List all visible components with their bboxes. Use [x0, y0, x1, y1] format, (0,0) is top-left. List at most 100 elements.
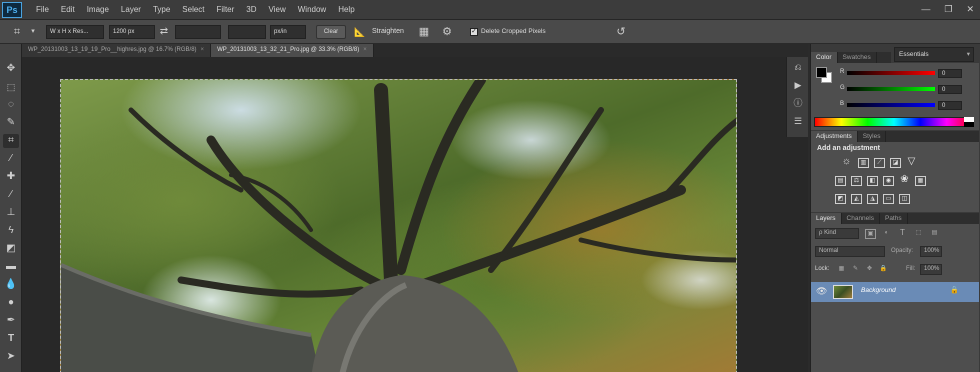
curves-icon[interactable]: ⟋	[874, 158, 885, 168]
menu-3d[interactable]: 3D	[240, 0, 262, 20]
delete-cropped-checkbox[interactable]: ✓	[470, 28, 478, 36]
channel-mixer-icon[interactable]: ❀	[899, 175, 910, 186]
eye-icon[interactable]: 👁	[816, 287, 827, 297]
clear-button[interactable]: Clear	[316, 25, 346, 39]
properties-icon[interactable]: ☰	[791, 115, 805, 127]
menu-image[interactable]: Image	[81, 0, 115, 20]
tab-paths[interactable]: Paths	[880, 213, 908, 224]
filter-type-icon[interactable]: T	[897, 229, 908, 239]
clone-stamp-icon[interactable]: ⊥	[3, 206, 19, 220]
lock-transparent-icon[interactable]: ▦	[836, 265, 847, 275]
layer-row-background[interactable]: 👁 Background 🔒	[811, 282, 979, 302]
chevron-down-icon[interactable]: ▾	[26, 25, 40, 39]
document-image[interactable]	[60, 79, 737, 372]
overlay-grid-icon[interactable]: ▦	[417, 25, 431, 39]
color-spectrum[interactable]	[814, 117, 974, 127]
straighten-icon[interactable]: 📐	[353, 25, 367, 39]
marquee-icon[interactable]: ⬚	[3, 80, 19, 94]
hue-saturation-icon[interactable]: ▤	[835, 176, 846, 186]
workspace-select[interactable]: Essentials	[894, 47, 974, 62]
channel-r-value[interactable]: 0	[938, 69, 962, 78]
layer-filter-kind[interactable]: ρ Kind	[815, 228, 859, 239]
lock-image-icon[interactable]: ✎	[850, 265, 861, 275]
blur-icon[interactable]: 💧	[3, 278, 19, 292]
eyedropper-icon[interactable]: ⁄	[3, 152, 19, 166]
ratio-select[interactable]: W x H x Res...	[46, 25, 104, 39]
close-icon[interactable]: ×	[201, 47, 205, 53]
swap-icon[interactable]: ⇄	[157, 25, 171, 39]
menu-window[interactable]: Window	[292, 0, 332, 20]
foreground-color-swatch[interactable]	[816, 67, 827, 78]
tab-styles[interactable]: Styles	[858, 131, 887, 142]
blend-mode-select[interactable]: Normal	[815, 246, 885, 257]
width-input[interactable]: 1200 px	[109, 25, 155, 39]
channel-b-value[interactable]: 0	[938, 101, 962, 110]
menu-edit[interactable]: Edit	[55, 0, 81, 20]
channel-r-slider[interactable]	[847, 71, 935, 75]
tab-color[interactable]: Color	[811, 52, 838, 63]
pen-icon[interactable]: ✒	[3, 314, 19, 328]
tab-channels[interactable]: Channels	[842, 213, 880, 224]
vibrance-icon[interactable]: ▽	[906, 157, 917, 168]
exposure-icon[interactable]: ◪	[890, 158, 901, 168]
menu-select[interactable]: Select	[176, 0, 210, 20]
layer-name[interactable]: Background	[861, 287, 896, 294]
posterize-icon[interactable]: ◭	[851, 194, 862, 204]
move-icon[interactable]: ✥	[3, 62, 19, 76]
filter-adjustment-icon[interactable]: ◐	[881, 229, 892, 239]
channel-g-slider[interactable]	[847, 87, 935, 91]
levels-icon[interactable]: ▥	[858, 158, 869, 168]
tab-document-1[interactable]: WP_20131003_13_19_19_Pro__highres.jpg @ …	[22, 44, 212, 57]
filter-pixel-icon[interactable]: ▣	[865, 229, 876, 239]
lock-all-icon[interactable]: 🔒	[878, 265, 889, 275]
menu-view[interactable]: View	[263, 0, 292, 20]
healing-brush-icon[interactable]: ✚	[3, 170, 19, 184]
tab-document-2[interactable]: WP_20131003_13_32_21_Pro.jpg @ 33.3% (RG…	[211, 44, 374, 57]
resolution-input[interactable]	[228, 25, 266, 39]
color-balance-icon[interactable]: ⚖	[851, 176, 862, 186]
crop-tool-preset-icon[interactable]: ⌗	[10, 25, 24, 39]
straighten-label[interactable]: Straighten	[372, 26, 404, 38]
filter-smart-object-icon[interactable]: ▤	[929, 229, 940, 239]
tab-adjustments[interactable]: Adjustments	[811, 131, 858, 142]
path-select-icon[interactable]: ➤	[3, 350, 19, 364]
selective-color-icon[interactable]: ◫	[899, 194, 910, 204]
channel-b-slider[interactable]	[847, 103, 935, 107]
invert-icon[interactable]: ◩	[835, 194, 846, 204]
menu-help[interactable]: Help	[332, 0, 360, 20]
canvas-area[interactable]	[22, 57, 808, 372]
filter-shape-icon[interactable]: ⬚	[913, 229, 924, 239]
menu-filter[interactable]: Filter	[211, 0, 241, 20]
crop-icon[interactable]: ⌗	[3, 134, 19, 148]
actions-play-icon[interactable]: ▶	[791, 79, 805, 91]
info-icon[interactable]: ⓘ	[791, 97, 805, 109]
tab-swatches[interactable]: Swatches	[838, 52, 877, 63]
lasso-icon[interactable]: ◌	[3, 98, 19, 112]
threshold-icon[interactable]: ◮	[867, 194, 878, 204]
dodge-icon[interactable]: ●	[3, 296, 19, 310]
brush-icon[interactable]: ∕	[3, 188, 19, 202]
menu-type[interactable]: Type	[147, 0, 176, 20]
photo-filter-icon[interactable]: ◉	[883, 176, 894, 186]
opacity-input[interactable]: 100%	[920, 246, 942, 257]
history-brush-icon[interactable]: ϟ	[3, 224, 19, 238]
reset-icon[interactable]: ↺	[614, 25, 628, 39]
restore-icon[interactable]: ❐	[944, 3, 952, 15]
eraser-icon[interactable]: ◩	[3, 242, 19, 256]
history-icon[interactable]: ⎌	[791, 61, 805, 73]
gradient-map-icon[interactable]: ▭	[883, 194, 894, 204]
gradient-icon[interactable]: ▬	[3, 260, 19, 274]
menu-layer[interactable]: Layer	[115, 0, 147, 20]
menu-file[interactable]: File	[30, 0, 55, 20]
fill-input[interactable]: 100%	[920, 264, 942, 275]
unit-select[interactable]: px/in	[270, 25, 306, 39]
lock-position-icon[interactable]: ✥	[864, 265, 875, 275]
quick-select-icon[interactable]: ✎	[3, 116, 19, 130]
close-icon[interactable]: ✕	[966, 3, 974, 15]
tab-layers[interactable]: Layers	[811, 213, 842, 224]
brightness-icon[interactable]: ☼	[841, 157, 852, 168]
channel-g-value[interactable]: 0	[938, 85, 962, 94]
height-input[interactable]	[175, 25, 221, 39]
close-icon[interactable]: ×	[363, 47, 367, 53]
minimize-icon[interactable]: —	[921, 3, 930, 15]
